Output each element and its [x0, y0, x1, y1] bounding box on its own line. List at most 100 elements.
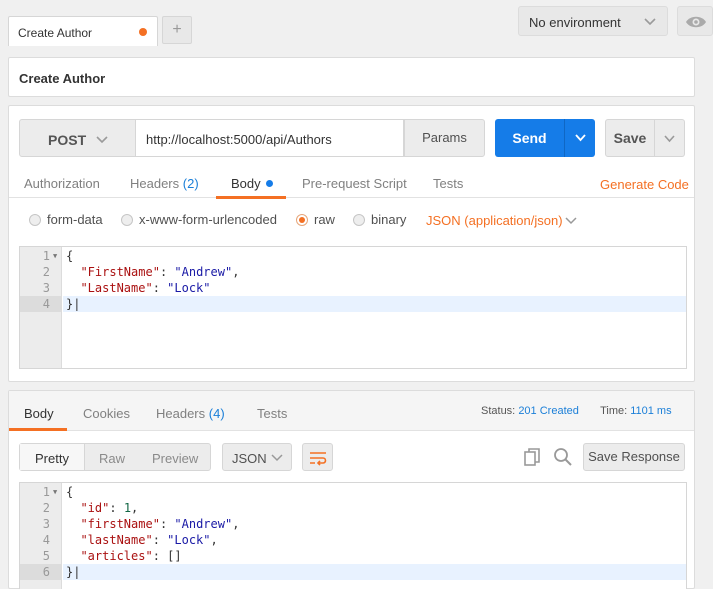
json-value: "Andrew"	[174, 265, 233, 279]
line-number: 1	[42, 249, 50, 263]
line-number: 4	[42, 297, 50, 311]
chevron-down-icon	[644, 18, 656, 26]
wrap-lines-button[interactable]	[302, 443, 333, 471]
code-line: }|	[66, 565, 81, 579]
radio-raw[interactable]: raw	[296, 212, 335, 227]
code-token: }	[66, 565, 74, 579]
url-input[interactable]: http://localhost:5000/api/Authors	[136, 119, 404, 157]
radio-label: raw	[314, 212, 335, 227]
save-button[interactable]: Save	[605, 119, 655, 157]
tab-create-author[interactable]: Create Author	[8, 16, 158, 46]
view-raw-button[interactable]: Raw	[99, 451, 125, 466]
line-number: 3	[42, 517, 50, 531]
view-preview-button[interactable]: Preview	[152, 451, 198, 466]
content-type-select[interactable]: JSON (application/json)	[426, 213, 563, 228]
code-line: "firstName": "Andrew",	[80, 517, 240, 531]
format-label: JSON	[232, 451, 267, 466]
code-line: }|	[66, 297, 81, 311]
active-line-highlight	[63, 564, 686, 580]
method-select[interactable]: POST	[19, 119, 136, 157]
radio-button-selected	[296, 214, 308, 226]
fold-arrow-icon[interactable]: ▼	[53, 252, 57, 260]
fold-arrow-icon[interactable]: ▼	[53, 488, 57, 496]
json-value: "Andrew"	[174, 517, 233, 531]
environment-label: No environment	[529, 15, 621, 30]
send-button[interactable]: Send	[495, 119, 564, 157]
response-tab-cookies[interactable]: Cookies	[83, 406, 130, 421]
radio-form-data[interactable]: form-data	[29, 212, 103, 227]
tab-label: Body	[231, 176, 261, 191]
code-line: "lastName": "Lock",	[80, 533, 218, 547]
json-key: "lastName"	[80, 533, 153, 547]
tab-headers[interactable]: Headers (2)	[130, 176, 199, 191]
radio-button	[353, 214, 365, 226]
line-number: 4	[42, 533, 50, 547]
line-number: 5	[42, 549, 50, 563]
unsaved-dot-icon	[139, 28, 147, 36]
headers-count: (4)	[208, 406, 225, 421]
line-number: 2	[42, 501, 50, 515]
format-select[interactable]: JSON	[222, 443, 292, 471]
response-meta: Status: 201 Created Time: 1101 ms	[481, 405, 672, 417]
json-value: 1	[123, 501, 132, 515]
search-icon[interactable]	[553, 447, 573, 467]
request-name-bar[interactable]: Create Author	[8, 57, 695, 97]
wrap-lines-icon	[310, 452, 327, 466]
json-key: "id"	[80, 501, 110, 515]
status-label: Status:	[481, 405, 516, 417]
view-mode-selector: Pretty Raw Preview	[19, 443, 211, 471]
tab-label: Headers	[130, 176, 180, 191]
json-value: "Lock"	[167, 533, 211, 547]
tab-label: Create Author	[18, 26, 93, 40]
view-pretty-button[interactable]: Pretty	[35, 451, 69, 466]
time-label: Time:	[600, 405, 628, 417]
tab-authorization[interactable]: Authorization	[24, 176, 100, 191]
code-token: {	[66, 485, 74, 499]
save-response-button[interactable]: Save Response	[583, 443, 685, 471]
response-tab-body[interactable]: Body	[24, 406, 54, 421]
chevron-down-icon	[664, 135, 675, 143]
radio-label: binary	[371, 212, 407, 227]
response-body-viewer[interactable]: 1 ▼ 2 3 4 5 6 { "id": 1, "firstName": "A…	[19, 482, 687, 589]
active-line-highlight	[63, 296, 686, 312]
radio-binary[interactable]: binary	[353, 212, 406, 227]
tab-body[interactable]: Body	[231, 176, 273, 191]
environment-quick-look-button[interactable]	[677, 6, 713, 36]
generate-code-link[interactable]: Generate Code	[600, 177, 689, 192]
json-key: "firstName"	[80, 517, 160, 531]
add-tab-button[interactable]: +	[162, 16, 192, 44]
radio-label: form-data	[47, 212, 103, 227]
params-button[interactable]: Params	[404, 119, 485, 157]
tab-tests[interactable]: Tests	[433, 176, 463, 191]
tab-label: Authorization	[24, 176, 100, 191]
method-label: POST	[48, 132, 87, 148]
tab-pre-request-script[interactable]: Pre-request Script	[302, 176, 407, 191]
code-line: {	[66, 485, 73, 499]
response-tab-tests[interactable]: Tests	[257, 406, 287, 421]
chevron-down-icon	[96, 136, 108, 144]
code-line: "LastName": "Lock"	[80, 281, 211, 295]
json-key: "LastName"	[80, 281, 153, 295]
copy-icon[interactable]	[523, 447, 543, 467]
time-value[interactable]: 1101 ms	[630, 405, 671, 417]
json-key: "articles"	[80, 549, 153, 563]
active-tab-indicator	[216, 196, 286, 199]
line-number: 3	[42, 281, 50, 295]
status-value[interactable]: 201 Created	[518, 405, 579, 417]
line-number: 6	[42, 565, 50, 579]
tab-label: Pre-request Script	[302, 176, 407, 191]
json-value: []	[167, 549, 182, 563]
active-tab-indicator	[9, 428, 67, 431]
code-line: "id": 1,	[80, 501, 139, 515]
eye-icon	[686, 16, 706, 28]
code-token: }	[66, 297, 74, 311]
save-options-button[interactable]	[655, 119, 685, 157]
tab-label: Tests	[433, 176, 464, 191]
response-tab-headers[interactable]: Headers (4)	[156, 406, 225, 421]
radio-button	[121, 214, 133, 226]
json-key: "FirstName"	[80, 265, 160, 279]
environment-select[interactable]: No environment	[518, 6, 668, 36]
request-body-editor[interactable]: 1 ▼ 2 3 4 { "FirstName": "Andrew", "Last…	[19, 246, 687, 369]
send-options-button[interactable]	[564, 119, 595, 157]
radio-x-www-form-urlencoded[interactable]: x-www-form-urlencoded	[121, 212, 277, 227]
